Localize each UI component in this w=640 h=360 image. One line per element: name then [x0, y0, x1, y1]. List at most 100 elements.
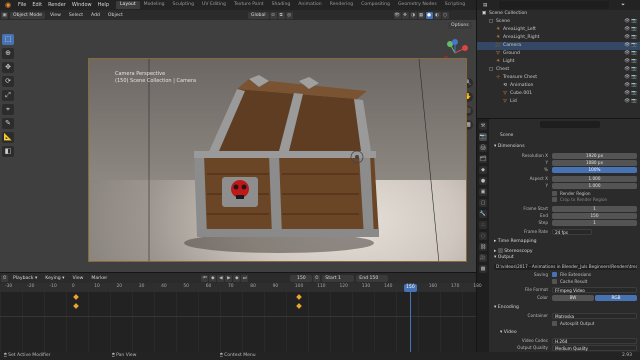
playhead-frame-indicator[interactable]: 150	[403, 283, 417, 292]
render-visibility-icon[interactable]: 📷	[631, 90, 637, 98]
output-tab-icon[interactable]: 🖨	[479, 144, 487, 152]
eye-icon[interactable]: 👁	[624, 58, 630, 66]
timeline-ruler[interactable]: -30 -20 -10 0 10 20 30 40 50 60 70 80 90 100 110 120 130…	[0, 283, 482, 292]
jump-end-icon[interactable]: ⏭	[241, 274, 249, 282]
filter-funnel-icon[interactable]: ⏷	[621, 2, 625, 8]
scene-tab-icon[interactable]: ◆	[479, 166, 487, 174]
mode-selector[interactable]: Object Mode	[10, 11, 45, 19]
render-visibility-icon[interactable]: 📷	[631, 82, 637, 90]
current-frame-field[interactable]: 150	[290, 274, 313, 282]
proportional-icon[interactable]: ◎	[285, 11, 293, 19]
frame-end-field[interactable]: 150	[552, 212, 637, 219]
tab-uv-editing[interactable]: UV Editing	[198, 1, 230, 9]
tab-scripting[interactable]: Scripting	[441, 1, 469, 9]
eye-icon[interactable]: 👁	[624, 90, 630, 98]
eye-icon[interactable]: 👁	[624, 26, 630, 34]
shading-material-icon[interactable]: ◐	[433, 11, 441, 19]
dimensions-panel-header[interactable]: ▾ Dimensions	[494, 144, 525, 149]
pivot-icon[interactable]: ⊙	[269, 11, 277, 19]
outliner-row[interactable]: ⊹ Treasure Chest 👁 📷	[477, 74, 640, 82]
keying-menu[interactable]: Keying ▾	[42, 275, 67, 282]
cursor-icon[interactable]: ⊕	[2, 48, 14, 59]
play-icon[interactable]: ▶	[225, 274, 233, 282]
menu-window[interactable]: Window	[69, 2, 95, 8]
aspect-y-field[interactable]: 1.000	[552, 182, 637, 189]
outliner-row[interactable]: ▢ Chest 👁 📷	[477, 66, 640, 74]
output-quality-select[interactable]: Medium Quality	[552, 344, 637, 351]
timeline-track-area[interactable]	[0, 292, 476, 353]
marker-menu[interactable]: Marker	[88, 275, 110, 282]
eye-icon[interactable]: 👁	[624, 42, 630, 50]
world-tab-icon[interactable]: ●	[479, 177, 487, 185]
outliner-row[interactable]: ▢ Scene 👁 📷	[477, 18, 640, 26]
menu-file[interactable]: File	[15, 2, 29, 8]
next-key-icon[interactable]: ◆	[233, 274, 241, 282]
render-visibility-icon[interactable]: 📷	[631, 58, 637, 66]
tab-sculpting[interactable]: Sculpting	[169, 1, 198, 9]
blender-logo-icon[interactable]: ◉	[3, 1, 13, 9]
end-frame-field[interactable]: End 150	[356, 274, 389, 282]
tab-modeling[interactable]: Modeling	[140, 1, 169, 9]
tab-animation[interactable]: Animation	[294, 1, 325, 9]
render-visibility-icon[interactable]: 📷	[631, 66, 637, 74]
tab-shading[interactable]: Shading	[268, 1, 295, 9]
menu-render[interactable]: Render	[45, 2, 69, 8]
eye-icon[interactable]: 👁	[624, 82, 630, 90]
eye-icon[interactable]: 👁	[624, 66, 630, 74]
autosplit-checkbox[interactable]	[552, 321, 557, 326]
menu-add[interactable]: Add	[88, 12, 103, 19]
file-format-select[interactable]: FFmpeg Video	[552, 286, 637, 293]
eye-icon[interactable]: 👁	[624, 74, 630, 82]
outliner-filter-icon[interactable]: ▤	[483, 3, 487, 8]
add-cube-icon[interactable]: ◧	[2, 146, 14, 157]
measure-icon[interactable]: 📐	[2, 132, 14, 143]
modifier-tab-icon[interactable]: 🔧	[479, 210, 487, 218]
3d-viewport[interactable]: ▣ Object Mode View Select Add Object Glo…	[0, 10, 476, 272]
shading-rendered-icon[interactable]: ○	[441, 11, 449, 19]
tool-tab-icon[interactable]: ⚒	[479, 122, 487, 130]
outliner-search-input[interactable]	[499, 1, 610, 9]
data-tab-icon[interactable]: 🎥	[479, 254, 487, 262]
start-frame-field[interactable]: Start 1	[322, 274, 355, 282]
eye-icon[interactable]: 👁	[624, 50, 630, 58]
outliner-row[interactable]: ☀ AreaLight_Left 👁 📷	[477, 26, 640, 34]
view-layer-tab-icon[interactable]: 🗂	[479, 155, 487, 163]
crop-checkbox[interactable]	[552, 197, 557, 202]
tab-texture-paint[interactable]: Texture Paint	[230, 1, 268, 9]
outliner-row[interactable]: ☀ AreaLight_Right 👁 📷	[477, 34, 640, 42]
time-remapping-header[interactable]: ▸ Time Remapping	[494, 239, 537, 244]
outliner-row[interactable]: ☀ Light 👁 📷	[477, 58, 640, 66]
render-visibility-icon[interactable]: 📷	[631, 42, 637, 50]
eye-icon[interactable]: 👁	[624, 34, 630, 42]
particles-tab-icon[interactable]: ∴	[479, 221, 487, 229]
tab-compositing[interactable]: Compositing	[357, 1, 394, 9]
outliner-row[interactable]: ▣ Scene Collection	[477, 10, 640, 18]
tab-layout[interactable]: Layout	[116, 1, 140, 9]
gizmo-icon[interactable]: ✥	[401, 11, 409, 19]
overlay-icon[interactable]: ◑	[409, 11, 417, 19]
render-visibility-icon[interactable]: 📷	[631, 74, 637, 82]
visibility-icon[interactable]: 👁	[393, 11, 401, 19]
color-bw-toggle[interactable]: BW	[552, 294, 594, 301]
encoding-panel-header[interactable]: ▾ Encoding	[494, 305, 519, 310]
move-icon[interactable]: ✥	[2, 62, 14, 73]
aspect-x-field[interactable]: 1.000	[552, 175, 637, 182]
snap-icon[interactable]: ⧉	[277, 11, 285, 19]
stopwatch-icon[interactable]: ⏲	[313, 274, 321, 282]
render-visibility-icon[interactable]: 📷	[631, 98, 637, 106]
tab-rendering[interactable]: Rendering	[326, 1, 357, 9]
menu-help[interactable]: Help	[95, 2, 112, 8]
menu-select[interactable]: Select	[66, 12, 86, 19]
prev-key-icon[interactable]: ◆	[209, 274, 217, 282]
frame-rate-select[interactable]: 24 fps	[552, 228, 592, 235]
output-panel-header[interactable]: ▾ Output	[494, 255, 514, 260]
scale-icon[interactable]: ⤢	[2, 90, 14, 101]
video-panel-header[interactable]: ▾ Video	[500, 330, 517, 335]
container-select[interactable]: Matroska	[552, 312, 637, 319]
render-tab-icon[interactable]: 📷	[479, 133, 487, 141]
render-visibility-icon[interactable]: 📷	[631, 34, 637, 42]
menu-edit[interactable]: Edit	[29, 2, 45, 8]
properties-search-input[interactable]	[540, 121, 600, 128]
eye-icon[interactable]: 👁	[624, 18, 630, 26]
resolution-x-field[interactable]: 1920 px	[552, 152, 637, 159]
